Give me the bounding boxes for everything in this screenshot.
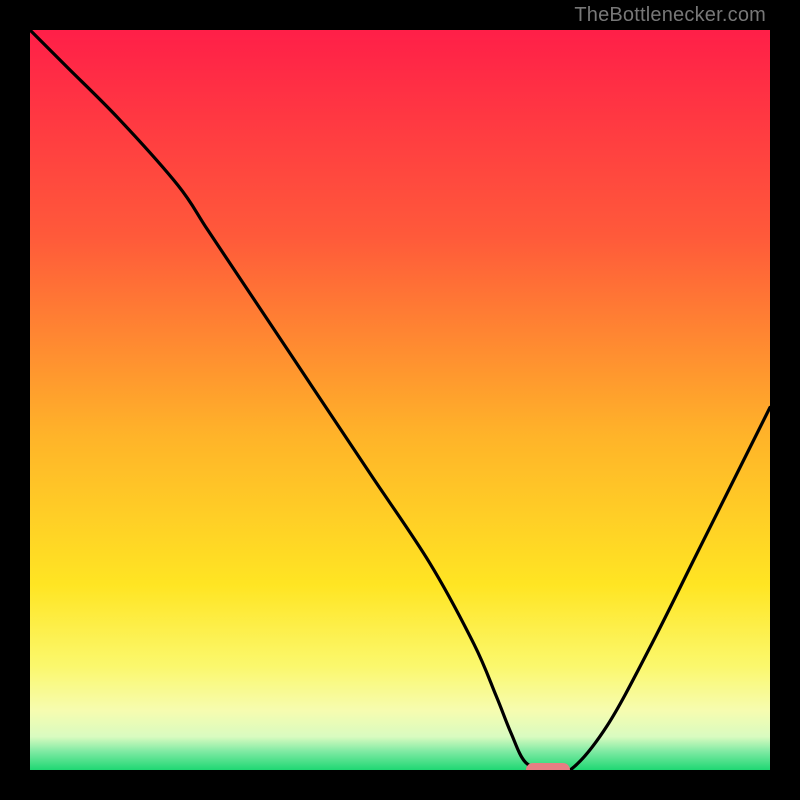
chart-frame: TheBottlenecker.com — [0, 0, 800, 800]
watermark-text: TheBottlenecker.com — [574, 4, 766, 27]
plot-area — [30, 30, 770, 770]
optimal-marker — [526, 763, 570, 770]
bottleneck-curve — [30, 30, 770, 770]
